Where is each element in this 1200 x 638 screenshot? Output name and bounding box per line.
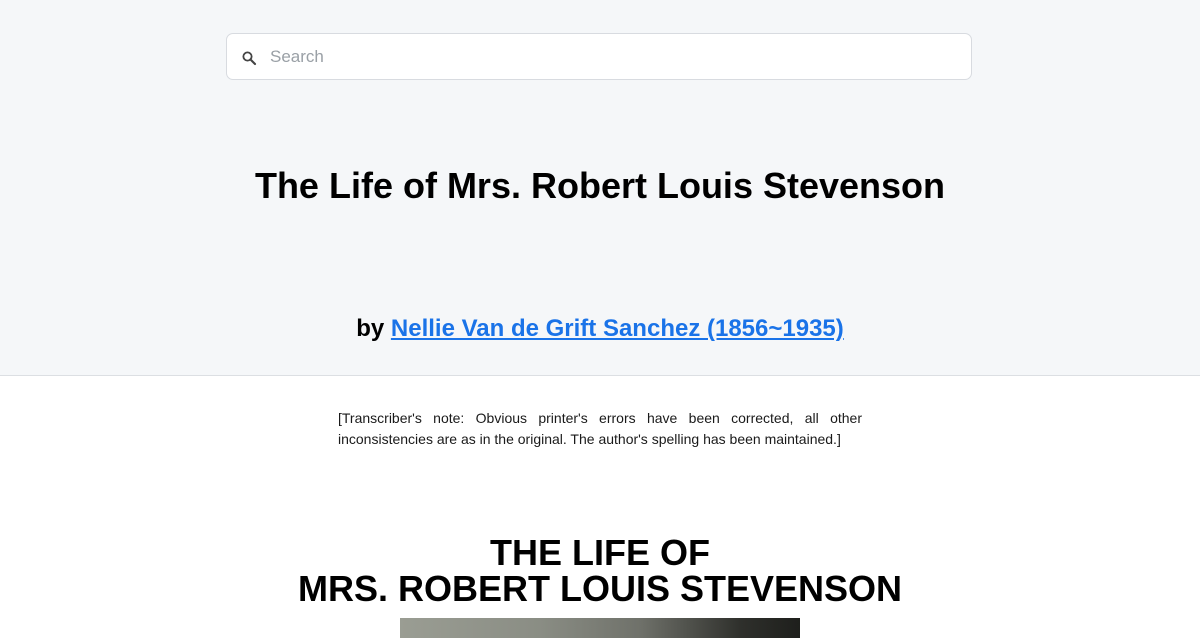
author-link[interactable]: Nellie Van de Grift Sanchez (1856~1935) [391, 315, 844, 342]
book-title: The Life of Mrs. Robert Louis Stevenson [254, 165, 946, 206]
frontispiece-image [400, 618, 800, 638]
content-heading-line2: MRS. ROBERT LOUIS STEVENSON [297, 568, 903, 609]
book-header: The Life of Mrs. Robert Louis Stevenson … [0, 0, 1200, 376]
search-bar[interactable] [226, 33, 972, 80]
content-heading: THE LIFE OF MRS. ROBERT LOUIS STEVENSON [0, 535, 1200, 607]
content-heading-line1: THE LIFE OF [490, 532, 710, 573]
byline: by Nellie Van de Grift Sanchez (1856~193… [0, 313, 1200, 345]
search-icon [242, 51, 257, 66]
byline-prefix: by [356, 315, 385, 342]
transcriber-note: [Transcriber's note: Obvious printer's e… [338, 410, 862, 447]
search-input[interactable] [270, 34, 960, 79]
